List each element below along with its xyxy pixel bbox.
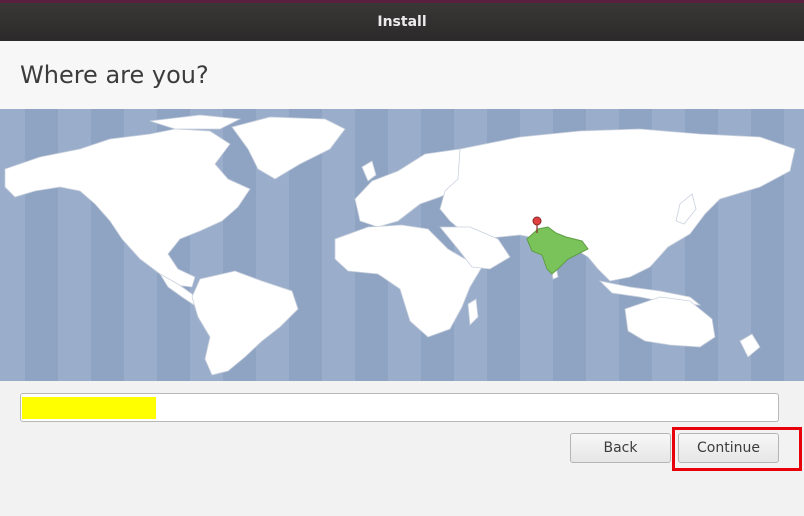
page-title: Where are you? [20, 61, 209, 89]
page-header: Where are you? [0, 41, 804, 109]
continue-button[interactable]: Continue [678, 433, 779, 463]
timezone-map[interactable] [0, 109, 804, 381]
installer-window: Install Where are you? Back Continue [0, 0, 804, 516]
title-bar: Install [0, 0, 804, 41]
world-map-graphic[interactable] [0, 109, 804, 381]
redaction-highlight [22, 397, 156, 419]
back-button[interactable]: Back [570, 433, 671, 463]
window-title: Install [377, 14, 427, 30]
